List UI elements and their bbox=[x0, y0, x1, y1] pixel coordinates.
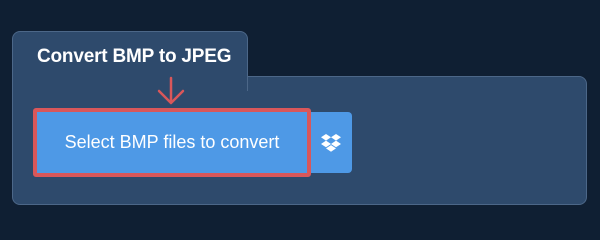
select-files-button[interactable]: Select BMP files to convert bbox=[37, 112, 307, 173]
tab-convert-bmp-to-jpeg[interactable]: Convert BMP to JPEG bbox=[12, 31, 248, 91]
dropbox-icon bbox=[320, 133, 341, 152]
dropbox-button[interactable] bbox=[309, 112, 352, 173]
tab-title: Convert BMP to JPEG bbox=[37, 46, 232, 67]
down-arrow-icon bbox=[157, 76, 185, 105]
